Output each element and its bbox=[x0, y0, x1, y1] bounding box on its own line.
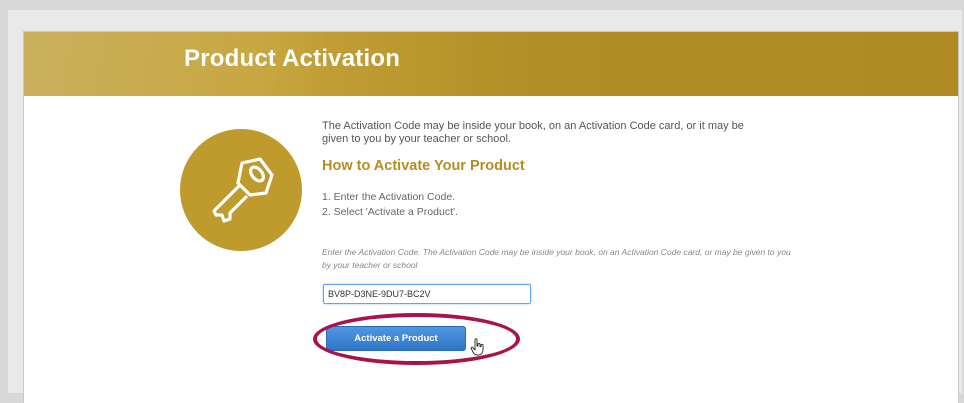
page-frame: Product Activation The Activation Code m… bbox=[8, 10, 962, 403]
activation-window: Product Activation The Activation Code m… bbox=[24, 32, 958, 403]
input-instructions: Enter the Activation Code. The Activatio… bbox=[322, 247, 791, 270]
hand-pointer-icon bbox=[470, 338, 484, 356]
steps-list: 1. Enter the Activation Code. 2. Select … bbox=[322, 190, 458, 220]
step-item: 2. Select 'Activate a Product'. bbox=[322, 206, 458, 218]
key-icon bbox=[180, 129, 302, 251]
activation-code-input[interactable] bbox=[323, 284, 531, 304]
howto-heading: How to Activate Your Product bbox=[322, 158, 525, 174]
intro-text: The Activation Code may be inside your b… bbox=[322, 120, 744, 145]
activate-product-button[interactable]: Activate a Product bbox=[326, 326, 466, 351]
step-item: 1. Enter the Activation Code. bbox=[322, 191, 456, 203]
header-banner: Product Activation bbox=[24, 32, 958, 96]
page-title: Product Activation bbox=[184, 45, 401, 72]
